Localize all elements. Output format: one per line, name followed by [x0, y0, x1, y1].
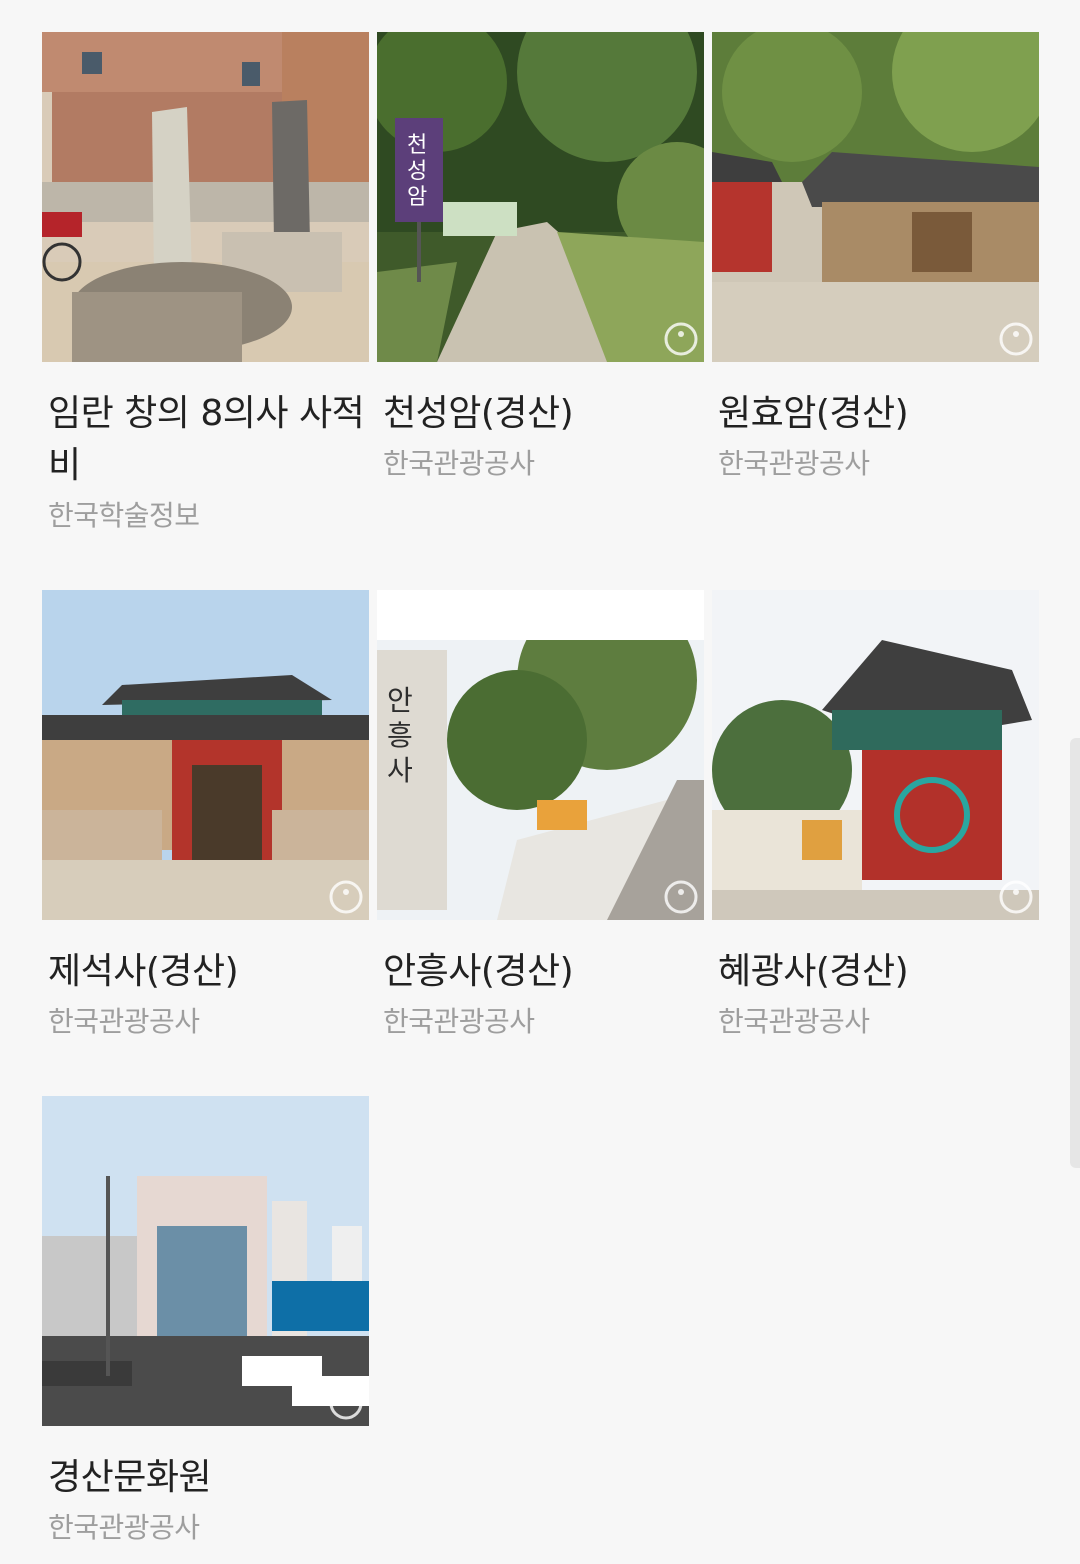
tourism-logo-icon [329, 880, 363, 914]
card-title: 제석사(경산) [48, 951, 239, 992]
tourism-logo-icon [999, 880, 1033, 914]
result-card[interactable]: 임란 창의 8의사 사적비 한국학술정보 [42, 32, 369, 536]
card-title: 안흥사(경산) [383, 951, 574, 992]
signpost-text-3: 암 [407, 185, 427, 210]
thumbnail-image[interactable] [42, 32, 369, 362]
card-title: 혜광사(경산) [718, 951, 909, 992]
card-source: 한국학술정보 [48, 499, 200, 532]
tourism-logo-icon [664, 322, 698, 356]
card-source: 한국관광공사 [718, 447, 870, 480]
card-title: 천성암(경산) [383, 393, 574, 434]
signpost-text-1: 천 [407, 133, 427, 158]
card-title: 원효암(경산) [718, 393, 909, 434]
result-card[interactable]: 안 흥 사 안흥사(경산) 한국관광공사 [377, 590, 704, 1042]
card-source: 한국관광공사 [383, 1005, 535, 1038]
tourism-logo-icon [999, 322, 1033, 356]
card-title: 임란 창의 8의사 사적비 [48, 393, 365, 486]
result-card[interactable]: 혜광사(경산) 한국관광공사 [712, 590, 1039, 1042]
result-card[interactable]: 원효암(경산) 한국관광공사 [712, 32, 1039, 484]
thumbnail-image[interactable] [712, 32, 1039, 362]
thumbnail-image[interactable]: 천 성 암 [377, 32, 704, 362]
thumbnail-image[interactable] [42, 1096, 369, 1426]
card-source: 한국관광공사 [48, 1005, 200, 1038]
card-title: 경산문화원 [48, 1457, 212, 1498]
tourism-logo-icon [329, 1386, 363, 1420]
result-card[interactable]: 경산문화원 한국관광공사 [42, 1096, 369, 1548]
stone-sign-text-3: 사 [387, 754, 413, 787]
thumbnail-image[interactable] [712, 590, 1039, 920]
card-source: 한국관광공사 [48, 1511, 200, 1544]
stone-sign-text-1: 안 [387, 684, 413, 717]
thumbnail-image[interactable] [42, 590, 369, 920]
result-card[interactable]: 천 성 암 천성암(경산) 한국관광공사 [377, 32, 704, 484]
result-card[interactable]: 제석사(경산) 한국관광공사 [42, 590, 369, 1042]
stone-sign-text-2: 흥 [387, 719, 413, 752]
thumbnail-image[interactable]: 안 흥 사 [377, 590, 704, 920]
scrollbar[interactable] [1070, 738, 1080, 1168]
card-source: 한국관광공사 [718, 1005, 870, 1038]
card-source: 한국관광공사 [383, 447, 535, 480]
tourism-logo-icon [664, 880, 698, 914]
signpost-text-2: 성 [407, 159, 427, 184]
